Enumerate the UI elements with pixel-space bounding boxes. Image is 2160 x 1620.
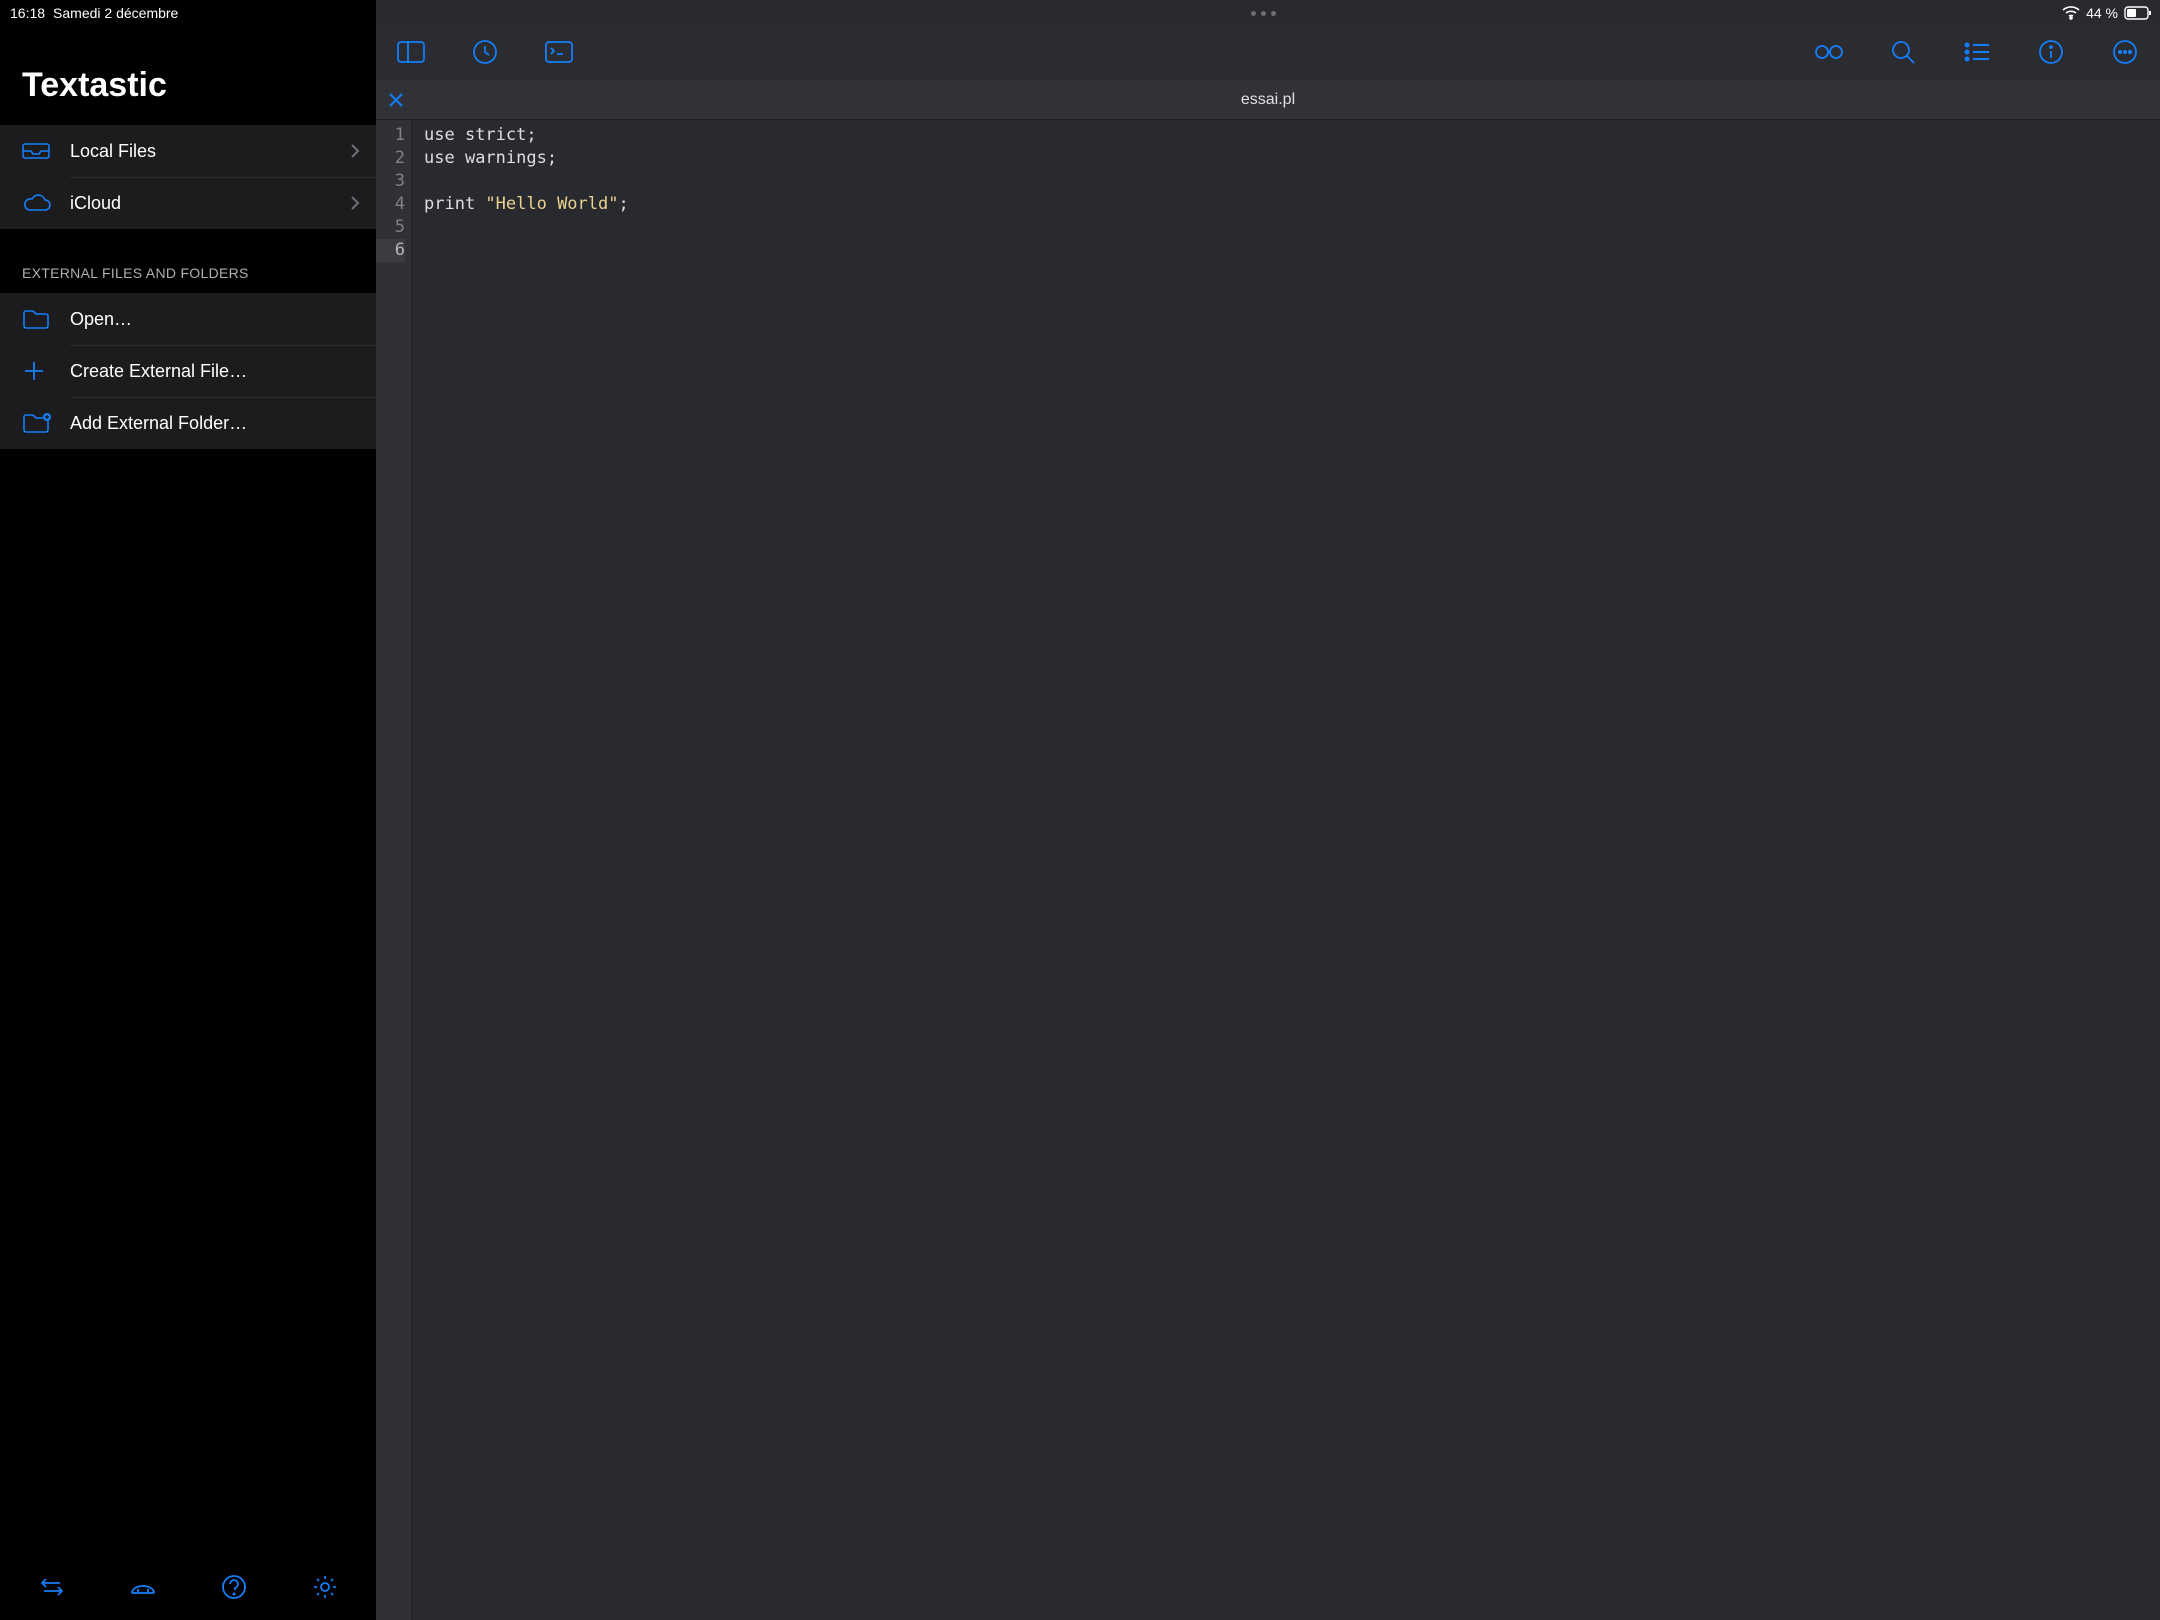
- close-tab-icon[interactable]: [376, 80, 416, 119]
- tab-filename: essai.pl: [376, 91, 2160, 109]
- external-section-header: EXTERNAL FILES AND FOLDERS: [0, 229, 376, 293]
- sidebar-item-label: Add External Folder…: [70, 413, 360, 434]
- connect-icon[interactable]: [121, 1565, 165, 1609]
- status-battery-pct: 44 %: [2086, 5, 2118, 21]
- editor-pane: 44 %: [376, 0, 2160, 1620]
- transfer-icon[interactable]: [30, 1565, 74, 1609]
- multitask-dots-icon[interactable]: [1251, 11, 1276, 16]
- line-number: 2: [376, 147, 405, 170]
- code-content[interactable]: use strict;use warnings; print "Hello Wor…: [412, 120, 2160, 1620]
- external-section: Open… Create External File… Add External…: [0, 293, 376, 449]
- sidebar-item-local-files[interactable]: Local Files: [0, 125, 376, 177]
- code-line[interactable]: [424, 216, 2160, 239]
- editor-toolbar: [376, 24, 2160, 80]
- status-bar-left: 16:18 Samedi 2 décembre: [0, 0, 376, 24]
- code-area[interactable]: 123456 use strict;use warnings; print "He…: [376, 120, 2160, 1620]
- symbols-icon[interactable]: [1960, 35, 1994, 69]
- tab-bar: essai.pl: [376, 80, 2160, 120]
- sidebar: 16:18 Samedi 2 décembre Textastic Local …: [0, 0, 376, 1620]
- plus-icon: [22, 359, 56, 383]
- sidebar-toggle-icon[interactable]: [394, 35, 428, 69]
- code-line[interactable]: print "Hello World";: [424, 193, 2160, 216]
- line-number: 5: [376, 216, 405, 239]
- sidebar-item-label: Create External File…: [70, 361, 360, 382]
- sidebar-item-icloud[interactable]: iCloud: [0, 177, 376, 229]
- line-number: 3: [376, 170, 405, 193]
- folder-icon: [22, 308, 56, 330]
- code-line[interactable]: use warnings;: [424, 147, 2160, 170]
- preview-icon[interactable]: [1812, 35, 1846, 69]
- line-number: 4: [376, 193, 405, 216]
- line-gutter: 123456: [376, 120, 412, 1620]
- sidebar-item-create-file[interactable]: Create External File…: [0, 345, 376, 397]
- search-icon[interactable]: [1886, 35, 1920, 69]
- sidebar-item-open[interactable]: Open…: [0, 293, 376, 345]
- chevron-right-icon: [350, 195, 360, 211]
- app-title: Textastic: [0, 24, 376, 125]
- cloud-icon: [22, 193, 56, 213]
- more-icon[interactable]: [2108, 35, 2142, 69]
- sidebar-item-label: Local Files: [70, 141, 350, 162]
- sidebar-item-label: iCloud: [70, 193, 350, 214]
- recent-icon[interactable]: [468, 35, 502, 69]
- status-date: Samedi 2 décembre: [53, 5, 178, 21]
- terminal-icon[interactable]: [542, 35, 576, 69]
- sidebar-bottom-bar: [0, 1560, 376, 1620]
- status-bar-right: 44 %: [376, 0, 2160, 24]
- wifi-icon: [2062, 6, 2080, 20]
- sidebar-item-label: Open…: [70, 309, 360, 330]
- battery-icon: [2124, 6, 2152, 20]
- status-time: 16:18: [10, 5, 45, 21]
- folder-plus-icon: [22, 412, 56, 434]
- line-number: 1: [376, 124, 405, 147]
- code-line[interactable]: [424, 239, 2160, 262]
- chevron-right-icon: [350, 143, 360, 159]
- help-icon[interactable]: [212, 1565, 256, 1609]
- gear-icon[interactable]: [303, 1565, 347, 1609]
- storage-section: Local Files iCloud: [0, 125, 376, 229]
- code-line[interactable]: use strict;: [424, 124, 2160, 147]
- inbox-icon: [22, 141, 56, 161]
- code-line[interactable]: [424, 170, 2160, 193]
- sidebar-item-add-folder[interactable]: Add External Folder…: [0, 397, 376, 449]
- info-icon[interactable]: [2034, 35, 2068, 69]
- line-number: 6: [376, 239, 405, 262]
